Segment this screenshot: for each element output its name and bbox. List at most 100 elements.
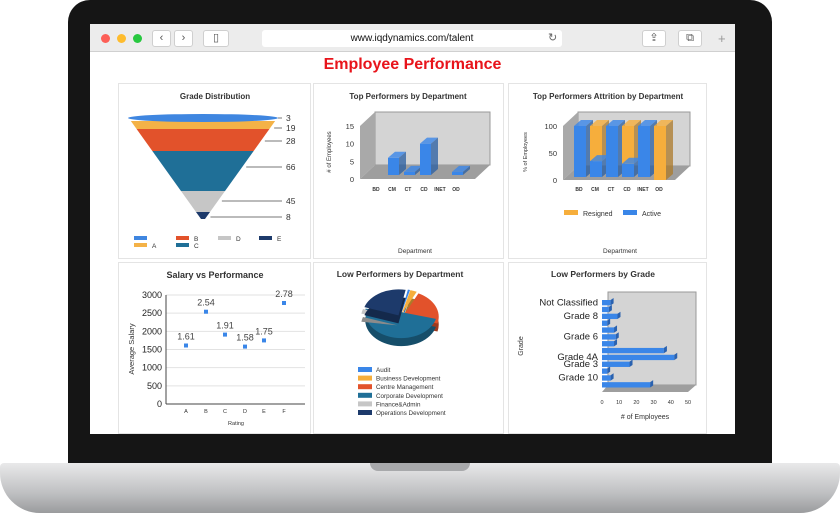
x-tick-label: B bbox=[204, 409, 208, 415]
x-tick-label: F bbox=[282, 409, 286, 415]
bar bbox=[404, 171, 415, 175]
bar bbox=[602, 334, 616, 340]
data-point bbox=[204, 309, 208, 314]
funnel-value-label: 66 bbox=[286, 162, 296, 172]
y-tick-label: 50 bbox=[549, 149, 557, 158]
bar bbox=[602, 382, 651, 388]
funnel-value-label: 45 bbox=[286, 196, 296, 206]
hbar-back-wall bbox=[607, 291, 697, 386]
y-tick-label: 1000 bbox=[142, 363, 162, 373]
legend-label: A bbox=[152, 243, 157, 250]
x-tick-label: 50 bbox=[685, 400, 691, 406]
bar bbox=[420, 143, 431, 175]
y-tick-label: 0 bbox=[350, 175, 354, 184]
y-tick-label: 5 bbox=[350, 157, 354, 166]
data-label: 1.58 bbox=[236, 333, 254, 343]
bar bbox=[602, 354, 675, 361]
bar-side bbox=[431, 137, 438, 175]
legend-label: D bbox=[236, 236, 241, 243]
x-tick-label: CD bbox=[623, 187, 631, 193]
x-tick-label: A bbox=[184, 409, 188, 415]
chart-title: Salary vs Performance bbox=[166, 270, 263, 280]
y-tick-label: 1500 bbox=[142, 345, 162, 355]
funnel-segment bbox=[180, 191, 226, 212]
legend-swatch bbox=[564, 210, 578, 215]
legend-label: Finance&Admin bbox=[376, 401, 421, 408]
bar-active bbox=[622, 163, 634, 177]
bar bbox=[602, 347, 664, 354]
legend-swatch bbox=[358, 375, 372, 381]
y-axis-label: Grade bbox=[518, 336, 525, 356]
funnel-value-label: 19 bbox=[286, 123, 296, 133]
legend-swatch bbox=[218, 236, 231, 240]
bar-active bbox=[574, 126, 586, 177]
x-tick-label: CT bbox=[608, 187, 615, 193]
bar bbox=[602, 327, 615, 333]
funnel-segment bbox=[196, 212, 210, 219]
legend-swatch bbox=[358, 384, 372, 390]
y-axis-label: # of Employees bbox=[327, 131, 333, 172]
x-tick-label: 0 bbox=[600, 400, 603, 406]
legend-label: C bbox=[194, 243, 199, 250]
x-tick-label: INET bbox=[637, 187, 648, 193]
y-tick-label: Grade 10 bbox=[558, 373, 598, 384]
legend-swatch bbox=[358, 367, 372, 372]
x-axis-label: Department bbox=[398, 248, 432, 255]
y-tick-label: 3000 bbox=[142, 290, 162, 300]
legend-label: Operations Development bbox=[376, 410, 446, 417]
x-axis-label: Department bbox=[603, 248, 637, 255]
data-label: 1.91 bbox=[216, 321, 234, 331]
bar bbox=[602, 306, 609, 313]
x-tick-label: INET bbox=[434, 187, 445, 193]
laptop-notch bbox=[370, 463, 470, 471]
bar bbox=[602, 368, 608, 374]
chart-title: Top Performers Attrition by Department bbox=[533, 92, 684, 101]
chart-title: Grade Distribution bbox=[180, 92, 250, 101]
y-tick-label: 2500 bbox=[142, 308, 162, 318]
x-axis-label: Rating bbox=[228, 421, 244, 427]
x-tick-label: CT bbox=[405, 187, 412, 193]
x-tick-label: CM bbox=[388, 187, 396, 193]
bar-active bbox=[590, 161, 602, 177]
data-label: 2.78 bbox=[275, 289, 293, 299]
x-tick-label: CM bbox=[591, 187, 599, 193]
y-tick-label: Not Classified bbox=[539, 297, 598, 308]
legend-label: Audit bbox=[376, 367, 391, 374]
y-axis-label: Average Salary bbox=[127, 323, 136, 374]
bar-resigned bbox=[654, 126, 666, 180]
x-tick-label: E bbox=[262, 409, 266, 415]
y-tick-label: Grade 6 bbox=[564, 332, 598, 343]
x-tick-label: CD bbox=[420, 187, 428, 193]
data-point bbox=[282, 300, 286, 305]
x-tick-label: BD bbox=[372, 187, 380, 193]
legend-swatch bbox=[176, 236, 189, 240]
bar bbox=[452, 171, 463, 175]
funnel-value-label: 8 bbox=[286, 212, 291, 222]
x-tick-label: 20 bbox=[633, 400, 639, 406]
x-tick-label: D bbox=[243, 409, 247, 415]
legend-swatch bbox=[134, 236, 147, 240]
bar bbox=[602, 361, 630, 367]
data-point bbox=[262, 338, 266, 343]
legend-label: Business Development bbox=[376, 376, 441, 383]
bar bbox=[602, 375, 611, 381]
legend-swatch bbox=[259, 236, 272, 240]
data-label: 1.61 bbox=[177, 332, 195, 342]
bar bbox=[602, 313, 618, 320]
bar bbox=[602, 320, 608, 326]
x-tick-label: C bbox=[223, 409, 227, 415]
x-axis-label: # of Employees bbox=[621, 414, 670, 421]
chart-title: Low Performers by Department bbox=[337, 269, 464, 279]
legend-swatch bbox=[358, 410, 372, 415]
funnel-value-label: 28 bbox=[286, 136, 296, 146]
x-tick-label: 10 bbox=[616, 400, 622, 406]
legend-swatch bbox=[623, 210, 637, 215]
bar-active bbox=[606, 126, 618, 177]
x-tick-label: BD bbox=[575, 187, 583, 193]
x-tick-label: 30 bbox=[651, 400, 657, 406]
dashboard-charts: Grade Distribution3192866458ABCD ETop Per… bbox=[127, 92, 697, 427]
x-tick-label: OD bbox=[655, 187, 663, 193]
y-tick-label: Grade 3 bbox=[564, 359, 598, 370]
legend-label: Centre Management bbox=[376, 384, 434, 391]
y-tick-label: 500 bbox=[147, 381, 162, 391]
